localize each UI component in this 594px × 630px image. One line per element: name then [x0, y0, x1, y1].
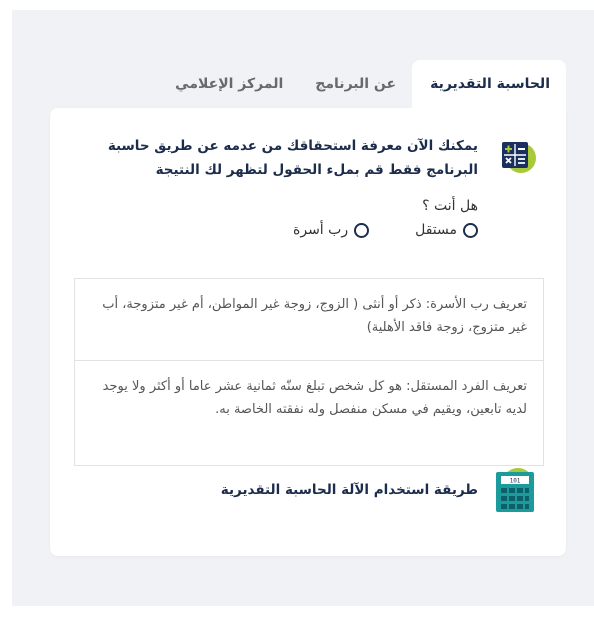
- tab-media-center[interactable]: المركز الإعلامي: [159, 60, 299, 108]
- intro-text: يمكنك الآن معرفة استحقاقك من عدمه عن طري…: [68, 134, 478, 182]
- svg-text:101: 101: [510, 478, 521, 485]
- radio-independent[interactable]: [463, 222, 478, 238]
- tab-estimated-calculator[interactable]: الحاسبة التقديرية: [412, 60, 566, 108]
- intro-line-2: البرنامج فقط قم بملء الحقول لتظهر لك الن…: [155, 162, 478, 178]
- option-independent[interactable]: مستقل: [415, 222, 478, 238]
- calculator-icon: 101: [496, 468, 534, 512]
- user-type-question: هل أنت ؟: [422, 198, 478, 214]
- option-family-head[interactable]: رب أسرة: [293, 222, 370, 238]
- option-family-head-label: رب أسرة: [293, 222, 349, 238]
- user-type-options: مستقل رب أسرة: [293, 222, 478, 238]
- option-independent-label: مستقل: [415, 222, 457, 238]
- radio-family-head[interactable]: [354, 222, 370, 238]
- math-operations-icon: [502, 142, 536, 173]
- tab-about-program[interactable]: عن البرنامج: [299, 60, 412, 108]
- family-head-definition: تعريف رب الأسرة: ذكر أو أنثى ( الزوج، زو…: [102, 297, 527, 335]
- intro-line-1: يمكنك الآن معرفة استحقاقك من عدمه عن طري…: [107, 138, 478, 154]
- howto-link[interactable]: 101 طريقة استخدام الآلة الحاسبة التقديري…: [221, 466, 538, 514]
- definitions-box: تعريف رب الأسرة: ذكر أو أنثى ( الزوج، زو…: [74, 278, 544, 466]
- independent-definition: تعريف الفرد المستقل: هو كل شخص تبلغ سنّه…: [75, 360, 543, 465]
- calculator-card: يمكنك الآن معرفة استحقاقك من عدمه عن طري…: [50, 108, 566, 556]
- tab-bar: الحاسبة التقديرية عن البرنامج المركز الإ…: [159, 60, 566, 108]
- howto-label: طريقة استخدام الآلة الحاسبة التقديرية: [220, 482, 478, 498]
